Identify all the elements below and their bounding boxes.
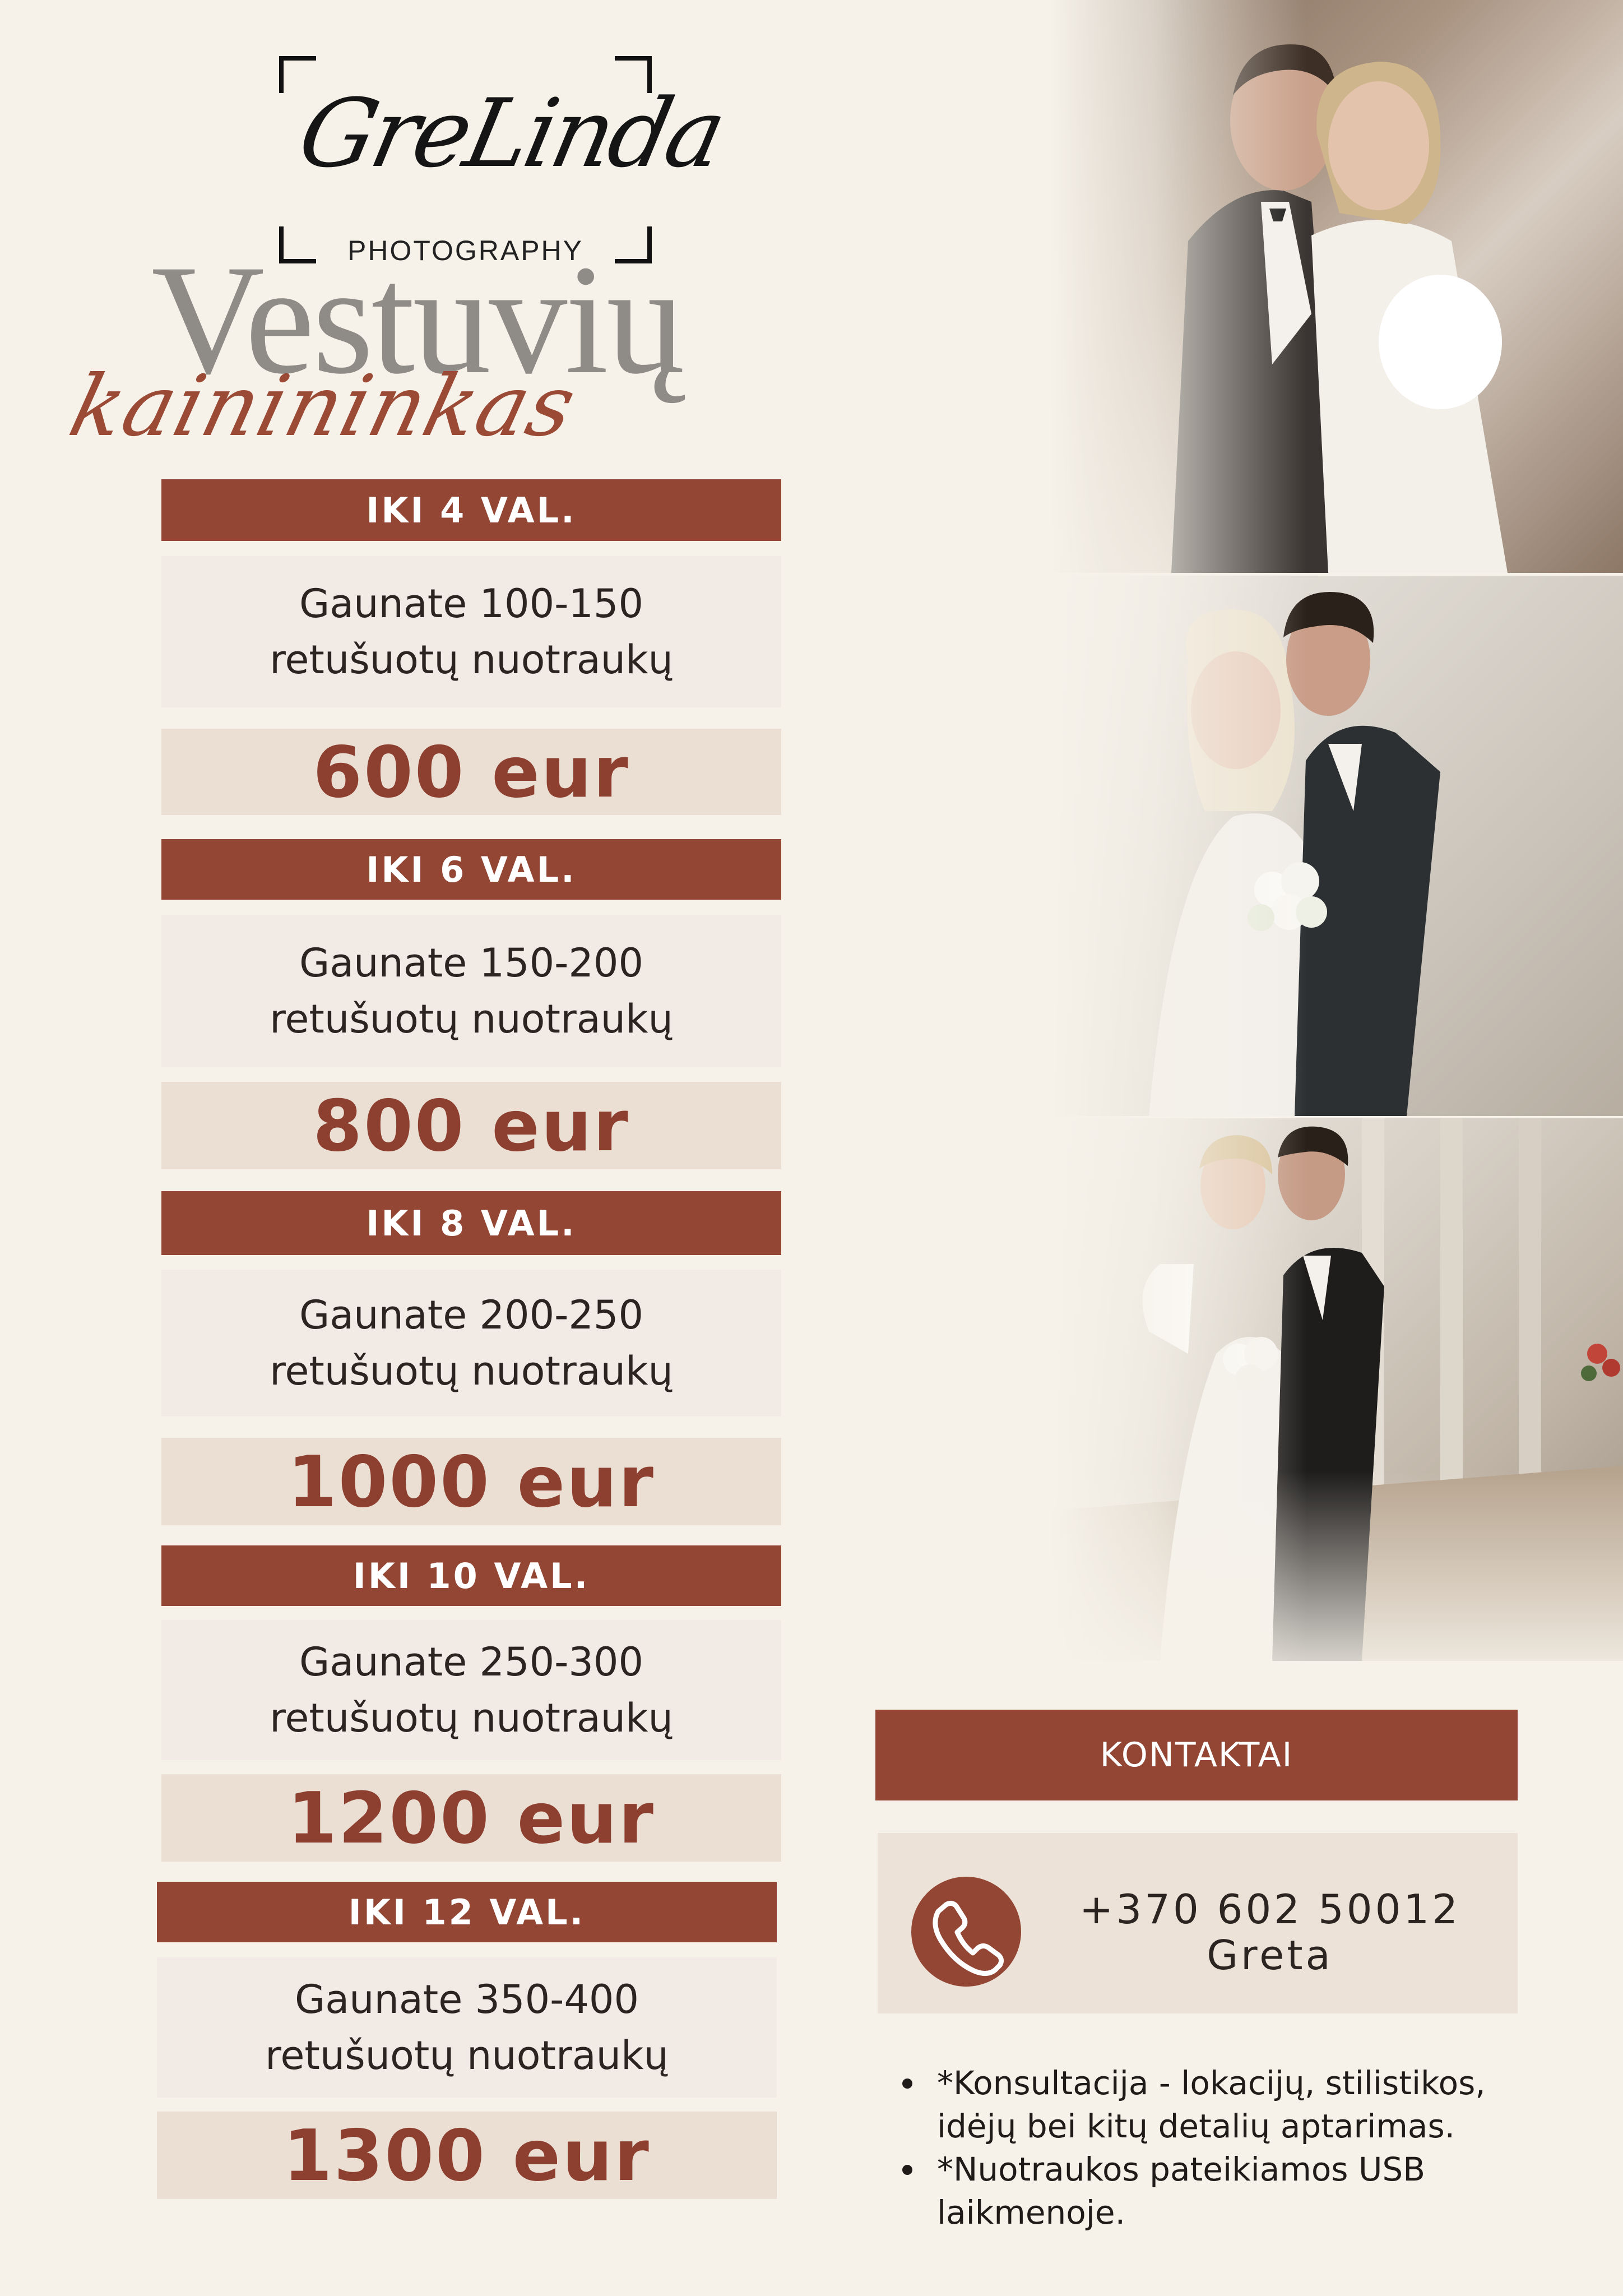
package-photo-count: Gaunate 100-150 <box>299 581 643 627</box>
contact-phone[interactable]: +370 602 50012 <box>1057 1886 1483 1932</box>
page-subtitle-script: kainininkas <box>61 358 586 455</box>
package-photo-type: retušuotų nuotraukų <box>270 1695 673 1741</box>
logo-script-text: GreLinda <box>290 78 732 188</box>
package-description: Gaunate 100-150 retušuotų nuotraukų <box>161 556 781 707</box>
package-duration-bar: IKI 8 VAL. <box>161 1191 781 1255</box>
phone-icon-glyph <box>933 1900 1004 1976</box>
package-photo-count: Gaunate 200-250 <box>299 1292 643 1338</box>
photo-fade <box>1048 576 1307 1116</box>
package-photo-count: Gaunate 250-300 <box>299 1639 643 1685</box>
package-description: Gaunate 150-200 retušuotų nuotraukų <box>161 915 781 1067</box>
contact-name: Greta <box>1207 1932 1333 1979</box>
package-duration-bar: IKI 4 VAL. <box>161 479 781 541</box>
wedding-photo-3 <box>1048 1118 1623 1661</box>
photo-fade <box>1048 1471 1623 1661</box>
package-photo-type: retušuotų nuotraukų <box>270 1348 673 1394</box>
package-duration-bar: IKI 10 VAL. <box>161 1545 781 1606</box>
package-photo-type: retušuotų nuotraukų <box>270 637 673 683</box>
photo-fade <box>1048 0 1307 573</box>
list-item: *Nuotraukos pateikiamos USB laikmenoje. <box>897 2148 1530 2234</box>
package-photo-type: retušuotų nuotraukų <box>270 996 673 1042</box>
wedding-photo-2 <box>1048 576 1623 1116</box>
phone-icon[interactable] <box>911 1877 1021 1987</box>
package-duration-bar: IKI 12 VAL. <box>157 1882 777 1942</box>
package-price: 1200 eur <box>161 1774 781 1862</box>
package-photo-count: Gaunate 150-200 <box>299 940 643 986</box>
notes-list: *Konsultacija - lokacijų, stilistikos, i… <box>897 2062 1530 2234</box>
package-duration-bar: IKI 6 VAL. <box>161 839 781 900</box>
contact-card: +370 602 50012 Greta <box>878 1833 1518 2013</box>
wedding-photo-1 <box>1048 0 1623 573</box>
package-description: Gaunate 200-250 retušuotų nuotraukų <box>161 1270 781 1417</box>
package-price: 600 eur <box>161 729 781 815</box>
list-item: *Konsultacija - lokacijų, stilistikos, i… <box>897 2062 1530 2148</box>
package-description: Gaunate 350-400 retušuotų nuotraukų <box>157 1957 777 2098</box>
contact-details: +370 602 50012 Greta <box>1057 1886 1483 1978</box>
package-photo-type: retušuotų nuotraukų <box>265 2033 669 2079</box>
logo-frame-corner <box>279 56 316 93</box>
package-price: 800 eur <box>161 1082 781 1169</box>
package-price: 1000 eur <box>161 1438 781 1525</box>
contacts-header: KONTAKTAI <box>875 1710 1518 1800</box>
package-price: 1300 eur <box>157 2112 777 2199</box>
package-description: Gaunate 250-300 retušuotų nuotraukų <box>161 1620 781 1760</box>
package-photo-count: Gaunate 350-400 <box>294 1976 639 2022</box>
